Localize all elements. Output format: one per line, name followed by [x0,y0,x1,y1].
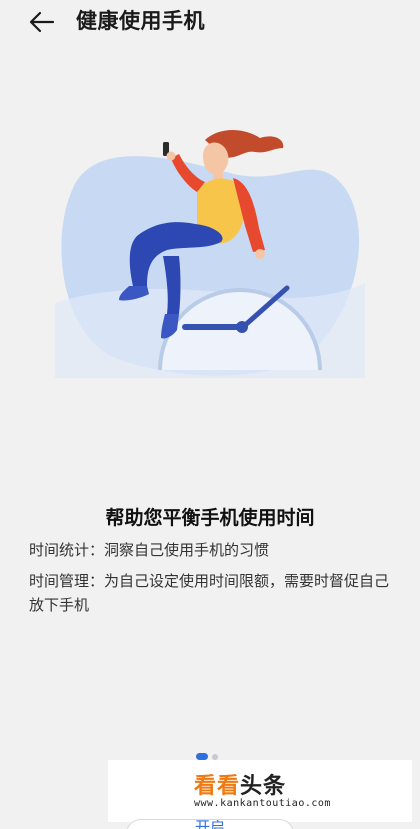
description-time-management: 时间管理：为自己设定使用时间限额，需要时督促自己放下手机 [29,572,390,614]
back-arrow-icon [29,11,55,33]
woman-sitting-on-clock-illustration [55,118,365,378]
watermark-url: www.kankantoutiao.com [194,798,331,809]
description-time-statistics: 时间统计：洞察自己使用手机的习惯 [29,541,270,559]
watermark-brand: 看看头条 [194,774,287,799]
app-header: 健康使用手机 [0,0,420,44]
page-dot-active [196,753,208,760]
start-button[interactable]: 开启 [126,819,294,829]
headline: 帮助您平衡手机使用时间 [105,507,315,529]
page-title: 健康使用手机 [76,9,205,33]
page-indicator [196,753,218,760]
start-button-label: 开启 [194,819,225,829]
back-button[interactable] [26,6,58,38]
watermark-overlay: 看看头条 www.kankantoutiao.com [108,760,412,822]
page-dot [212,753,218,760]
